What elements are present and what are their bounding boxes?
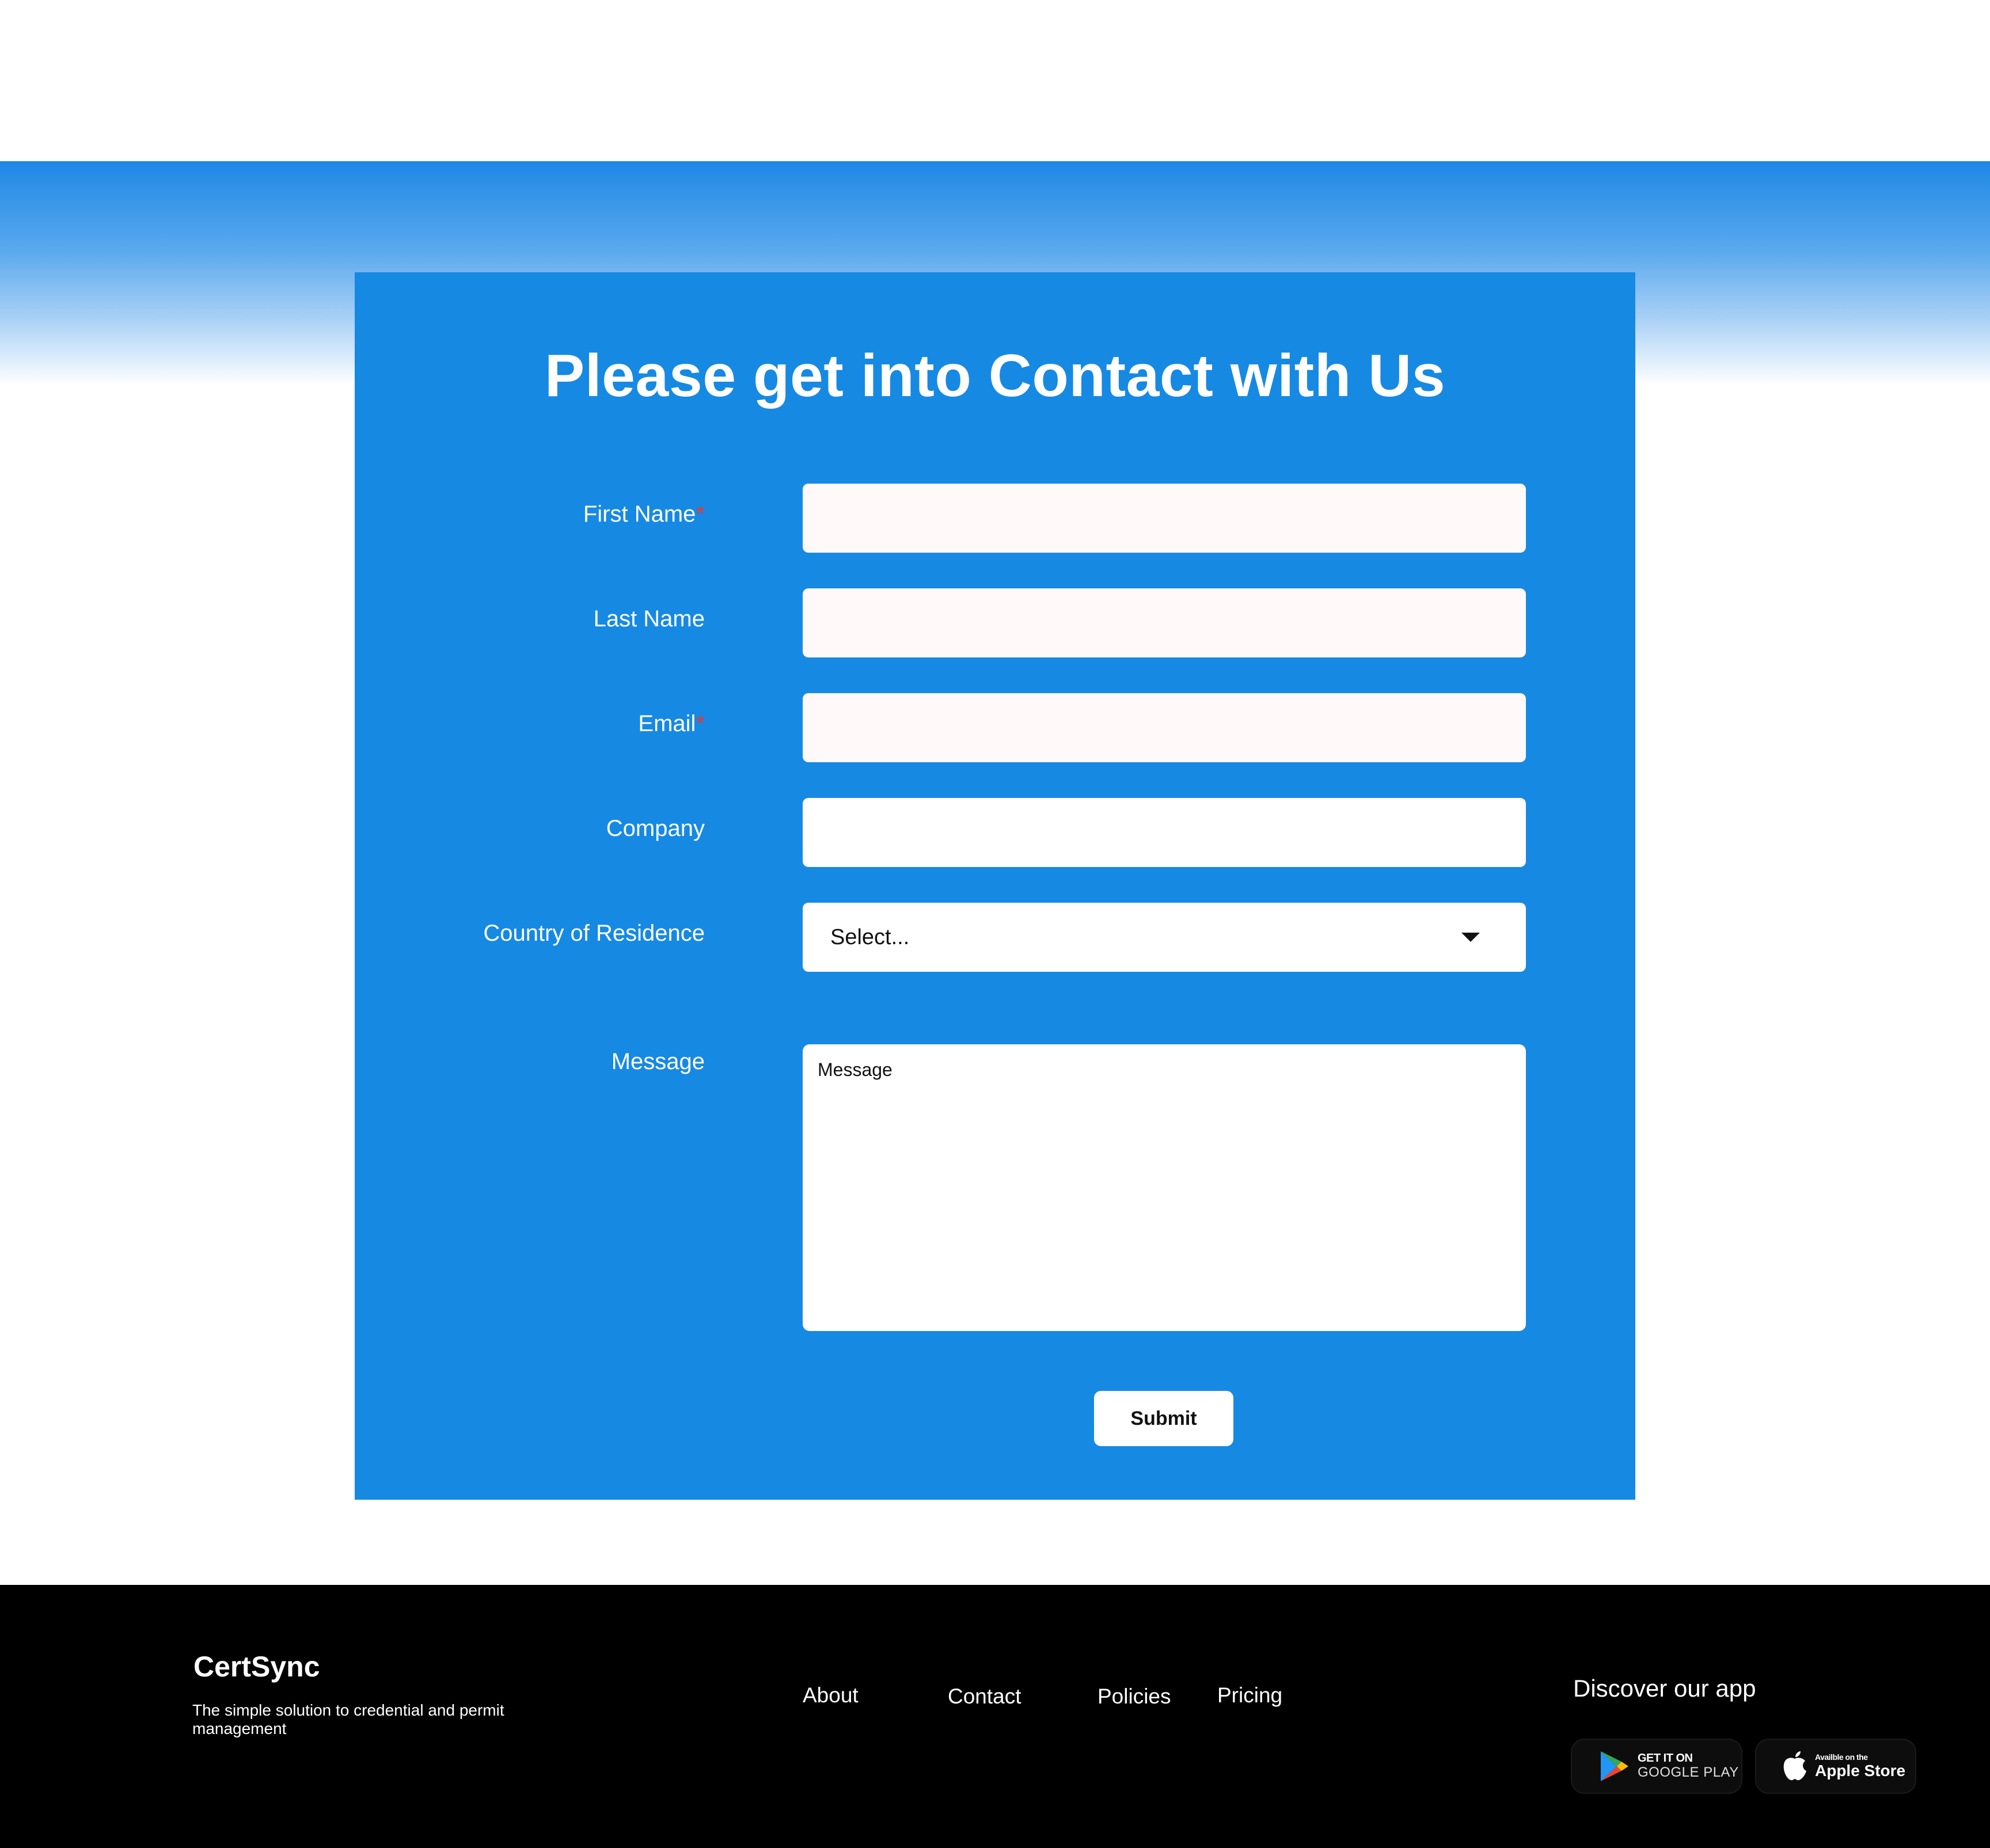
site-footer: CertSync The simple solution to credenti… — [0, 1585, 1990, 1848]
footer-link-about[interactable]: About — [803, 1682, 859, 1709]
discover-app-title: Discover our app — [1573, 1675, 1756, 1702]
last-name-label: Last Name — [593, 606, 705, 632]
email-label-text: Email — [638, 711, 696, 736]
apple-store-badge-text: Availble on the Apple Store — [1815, 1752, 1905, 1780]
footer-link-policies[interactable]: Policies — [1097, 1683, 1171, 1710]
page: Please get into Contact with Us First Na… — [0, 0, 1990, 1848]
google-play-icon — [1601, 1751, 1628, 1781]
form-title: Please get into Contact with Us — [544, 343, 1446, 409]
company-input[interactable] — [803, 798, 1526, 867]
required-star: * — [696, 501, 705, 527]
required-star: * — [696, 711, 705, 736]
message-textarea[interactable] — [803, 1044, 1526, 1331]
chevron-down-icon — [1461, 933, 1480, 942]
apple-store-badge[interactable]: Availble on the Apple Store — [1755, 1739, 1916, 1794]
country-select-value: Select... — [830, 925, 910, 949]
footer-brand-name: CertSync — [193, 1651, 320, 1683]
last-name-input[interactable] — [803, 588, 1526, 657]
first-name-input[interactable] — [803, 484, 1526, 553]
footer-link-contact[interactable]: Contact — [948, 1683, 1021, 1710]
google-play-badge-small: GET IT ON — [1638, 1752, 1693, 1765]
first-name-label-text: First Name — [583, 501, 696, 527]
apple-store-badge-small: Availble on the — [1815, 1752, 1868, 1762]
country-select[interactable]: Select... — [803, 903, 1526, 972]
country-label: Country of Residence — [483, 921, 705, 946]
google-play-badge[interactable]: GET IT ON GOOGLE PLAY — [1571, 1739, 1742, 1794]
email-label: Email* — [638, 708, 705, 740]
apple-store-badge-big: Apple Store — [1815, 1762, 1906, 1779]
contact-form-card: Please get into Contact with Us First Na… — [355, 272, 1635, 1500]
google-play-badge-text: GET IT ON GOOGLE PLAY — [1638, 1752, 1739, 1781]
apple-icon — [1783, 1751, 1806, 1781]
submit-button[interactable]: Submit — [1094, 1391, 1233, 1446]
footer-tagline: The simple solution to credential and pe… — [192, 1701, 504, 1737]
email-input[interactable] — [803, 693, 1526, 762]
message-label: Message — [611, 1049, 705, 1074]
first-name-label: First Name* — [583, 498, 705, 530]
footer-link-pricing[interactable]: Pricing — [1217, 1682, 1282, 1709]
google-play-badge-big: GOOGLE PLAY — [1638, 1765, 1739, 1780]
company-label: Company — [606, 816, 705, 841]
